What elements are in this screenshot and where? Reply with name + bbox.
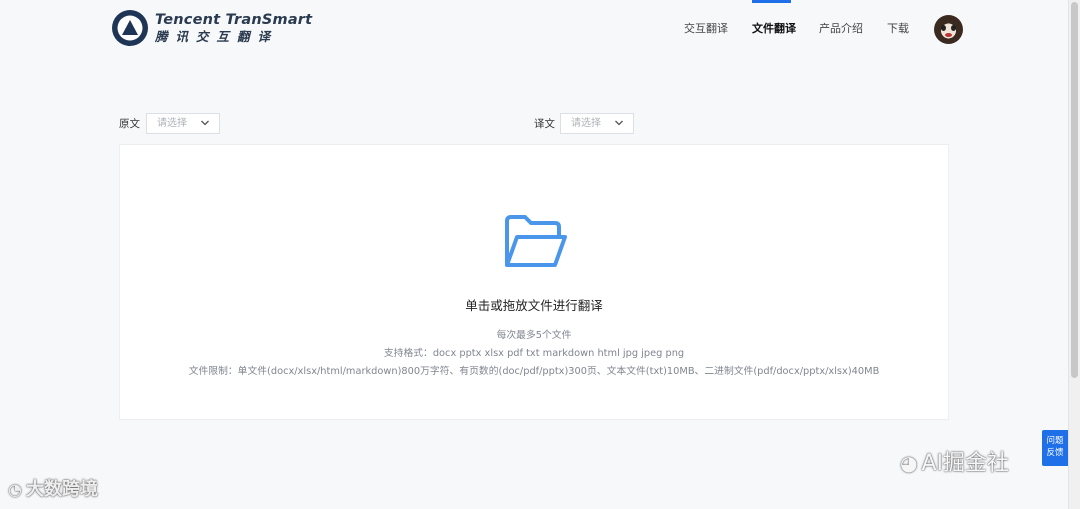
watermark-right-text: AI掘金社: [921, 451, 1009, 476]
nav-item-product-intro[interactable]: 产品介绍: [819, 21, 863, 37]
file-drop-zone[interactable]: 单击或拖放文件进行翻译 每次最多5个文件 支持格式：docx pptx xlsx…: [119, 144, 949, 420]
nav-item-download[interactable]: 下载: [887, 21, 909, 37]
chevron-down-icon: [615, 120, 623, 126]
target-lang-select[interactable]: 请选择: [560, 113, 634, 134]
nav-item-file-translation[interactable]: 文件翻译: [752, 21, 796, 37]
nav-item-interactive-translation[interactable]: 交互翻译: [684, 21, 728, 37]
nav-active-indicator: [752, 0, 791, 3]
target-lang-label: 译文: [534, 118, 555, 130]
main-nav: 交互翻译 文件翻译 产品介绍 下载: [0, 0, 1068, 58]
top-header: Tencent TranSmart 腾讯交互翻译 交互翻译 文件翻译 产品介绍 …: [0, 0, 1068, 58]
watermark-left-text: 大数跨境: [25, 479, 98, 500]
supported-formats: 支持格式：docx pptx xlsx pdf txt markdown htm…: [383, 348, 685, 359]
scrollbar-thumb[interactable]: [1071, 2, 1078, 378]
watermark-left: ◔ 大数跨境: [8, 475, 98, 501]
user-avatar[interactable]: [934, 15, 963, 44]
page-scrollbar[interactable]: [1068, 0, 1080, 509]
chevron-down-icon: [201, 120, 209, 126]
feedback-button[interactable]: 问题 反馈: [1042, 430, 1068, 466]
drop-zone-title: 单击或拖放文件进行翻译: [465, 298, 603, 313]
source-lang-label: 原文: [119, 118, 140, 130]
source-lang-select[interactable]: 请选择: [146, 113, 220, 134]
folder-open-icon: [505, 215, 567, 267]
file-count-limit: 每次最多5个文件: [496, 330, 572, 341]
watermark-right: ◕ AI掘金社: [900, 445, 1009, 477]
feedback-label-line1: 问题: [1046, 436, 1064, 446]
feedback-label-line2: 反馈: [1046, 448, 1064, 458]
file-size-limits: 文件限制：单文件(docx/xlsx/html/markdown)800万字符、…: [188, 366, 880, 377]
target-lang-placeholder: 请选择: [571, 118, 601, 129]
wechat-icon: ◕: [900, 451, 918, 475]
source-lang-placeholder: 请选择: [157, 118, 187, 129]
watermark-logo-icon: ◔: [8, 480, 22, 499]
